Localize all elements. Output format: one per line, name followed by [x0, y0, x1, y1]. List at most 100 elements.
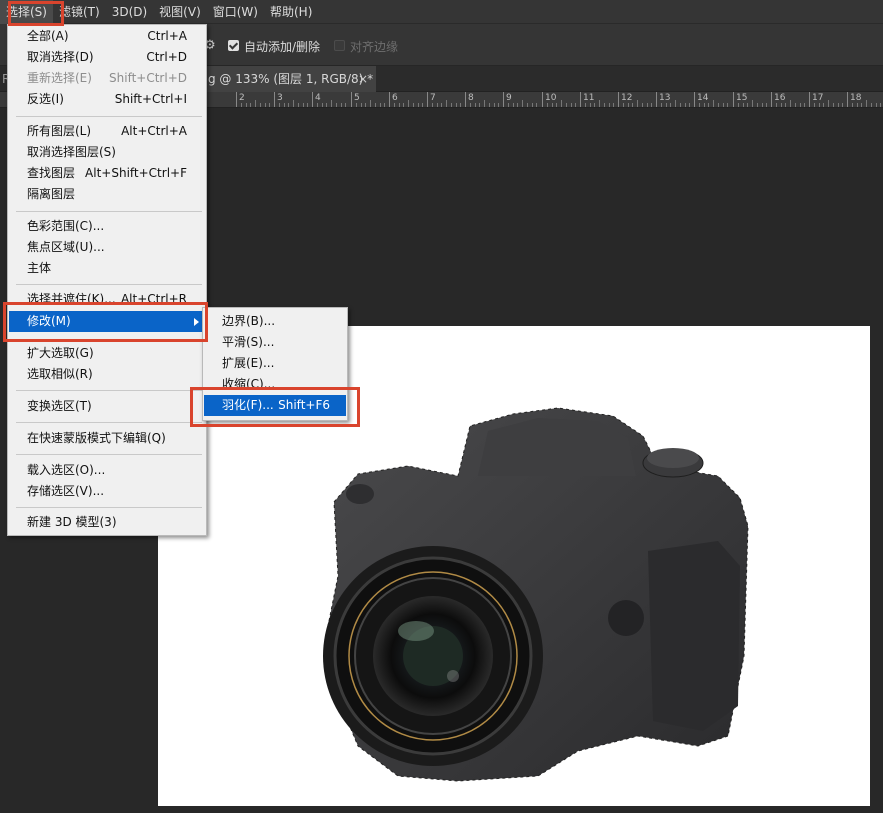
- menu-separator: [16, 116, 202, 117]
- menu-item-all-layers[interactable]: 所有图层(L) Alt+Ctrl+A: [9, 121, 205, 142]
- menu-item-subject[interactable]: 主体: [9, 258, 205, 279]
- menu-item-shortcut: Shift+F6: [278, 398, 330, 412]
- ruler-minor-tick: [284, 103, 285, 107]
- ruler-minor-tick: [599, 100, 600, 107]
- menu-item-isolate-layers[interactable]: 隔离图层: [9, 184, 205, 205]
- menu-item-label: 隔离图层: [27, 187, 76, 201]
- ruler-minor-tick: [861, 103, 862, 107]
- menu-item-load-selection[interactable]: 载入选区(O)...: [9, 460, 205, 481]
- ruler-minor-tick: [604, 103, 605, 107]
- ruler-minor-tick: [361, 103, 362, 107]
- ruler-minor-tick: [246, 103, 247, 107]
- ruler-minor-tick: [394, 103, 395, 107]
- menu-item-expand[interactable]: 扩展(E)...: [204, 353, 346, 374]
- ruler-minor-tick: [852, 103, 853, 107]
- ruler-minor-tick: [743, 103, 744, 107]
- menu-item-new-3d-model[interactable]: 新建 3D 模型(3): [9, 512, 205, 533]
- ruler-minor-tick: [747, 103, 748, 107]
- ruler-minor-tick: [437, 103, 438, 107]
- ruler-minor-tick: [704, 103, 705, 107]
- menu-item-reselect[interactable]: 重新选择(E) Shift+Ctrl+D: [9, 68, 205, 89]
- menu-item-deselect-layers[interactable]: 取消选择图层(S): [9, 142, 205, 163]
- menu-item-color-range[interactable]: 色彩范围(C)...: [9, 216, 205, 237]
- ruler-minor-tick: [651, 103, 652, 107]
- align-edges-label: 对齐边缘: [350, 40, 399, 54]
- menu-item-find-layers[interactable]: 查找图层 Alt+Shift+Ctrl+F: [9, 163, 205, 184]
- ruler-minor-tick: [399, 103, 400, 107]
- ruler-minor-tick: [418, 103, 419, 107]
- ruler-minor-tick: [451, 103, 452, 107]
- ruler-minor-tick: [527, 103, 528, 107]
- ruler-minor-tick: [585, 103, 586, 107]
- menu-item-select-and-mask[interactable]: 选择并遮住(K)... Alt+Ctrl+R: [9, 289, 205, 310]
- menu-item-shortcut: Alt+Ctrl+R: [120, 292, 187, 306]
- ruler-minor-tick: [575, 103, 576, 107]
- ruler-minor-tick: [566, 103, 567, 107]
- submenu-arrow-icon: [194, 318, 199, 326]
- menu-item-similar[interactable]: 选取相似(R): [9, 364, 205, 385]
- ruler-minor-tick: [532, 103, 533, 107]
- ruler-minor-tick: [265, 103, 266, 107]
- ruler-minor-tick: [670, 103, 671, 107]
- menu-item-focus-area[interactable]: 焦点区域(U)...: [9, 237, 205, 258]
- ruler-minor-tick: [680, 103, 681, 107]
- ruler-tick-label: 15: [733, 92, 747, 107]
- menu-item-label: 选取相似(R): [27, 367, 93, 381]
- auto-add-delete-label: 自动添加/删除: [244, 40, 321, 54]
- ruler-minor-tick: [255, 100, 256, 107]
- auto-add-delete-checkbox[interactable]: [228, 40, 239, 51]
- ruler-minor-tick: [637, 100, 638, 107]
- ruler-minor-tick: [269, 103, 270, 107]
- menu-separator: [16, 211, 202, 212]
- ruler-minor-tick: [446, 100, 447, 107]
- menu-window[interactable]: 窗口(W): [207, 0, 264, 24]
- ruler-tick-label: 13: [656, 92, 670, 107]
- align-edges-checkbox[interactable]: [334, 40, 345, 51]
- menu-item-deselect[interactable]: 取消选择(D) Ctrl+D: [9, 47, 205, 68]
- menu-select[interactable]: 选择(S): [0, 0, 53, 24]
- ruler-minor-tick: [317, 103, 318, 107]
- menu-separator: [16, 507, 202, 508]
- ruler-minor-tick: [432, 103, 433, 107]
- ruler-minor-tick: [776, 103, 777, 107]
- menu-separator: [16, 284, 202, 285]
- menu-item-contract[interactable]: 收缩(C)...: [204, 374, 346, 395]
- menu-item-transform-selection[interactable]: 变换选区(T): [9, 396, 205, 417]
- menu-item-label: 重新选择(E): [27, 71, 92, 85]
- ruler-minor-tick: [590, 103, 591, 107]
- ruler-minor-tick: [708, 103, 709, 107]
- ruler-minor-tick: [833, 103, 834, 107]
- menu-item-shortcut: Shift+Ctrl+I: [114, 92, 187, 106]
- document-tab[interactable]: g @ 133% (图层 1, RGB/8) * ×: [196, 66, 376, 92]
- ruler-minor-tick: [842, 103, 843, 107]
- menu-3d[interactable]: 3D(D): [106, 0, 153, 24]
- ruler-minor-tick: [804, 103, 805, 107]
- ruler-minor-tick: [517, 103, 518, 107]
- ruler-minor-tick: [298, 103, 299, 107]
- menu-item-quick-mask[interactable]: 在快速蒙版模式下编辑(Q): [9, 428, 205, 449]
- ruler-minor-tick: [307, 103, 308, 107]
- menu-item-border[interactable]: 边界(B)...: [204, 311, 346, 332]
- menu-item-feather[interactable]: 羽化(F)... Shift+F6: [204, 395, 346, 416]
- menu-item-label: 扩大选取(G): [27, 346, 94, 360]
- ruler-minor-tick: [594, 103, 595, 107]
- ruler-minor-tick: [699, 103, 700, 107]
- menu-item-label: 扩展(E)...: [222, 356, 275, 370]
- menu-help[interactable]: 帮助(H): [264, 0, 318, 24]
- ruler-tick-label: 11: [580, 92, 594, 107]
- close-icon[interactable]: ×: [358, 66, 368, 92]
- menu-item-grow[interactable]: 扩大选取(G): [9, 343, 205, 364]
- ruler-minor-tick: [422, 103, 423, 107]
- menu-item-all[interactable]: 全部(A) Ctrl+A: [9, 26, 205, 47]
- menu-item-shortcut: Ctrl+A: [147, 29, 187, 43]
- menu-view[interactable]: 视图(V): [153, 0, 207, 24]
- menu-item-save-selection[interactable]: 存储选区(V)...: [9, 481, 205, 502]
- menu-item-smooth[interactable]: 平滑(S)...: [204, 332, 346, 353]
- ruler-minor-tick: [718, 103, 719, 107]
- menu-item-shortcut: Ctrl+D: [146, 50, 187, 64]
- ruler-minor-tick: [880, 103, 881, 107]
- ruler-minor-tick: [838, 103, 839, 107]
- menu-item-inverse[interactable]: 反选(I) Shift+Ctrl+I: [9, 89, 205, 110]
- menu-item-modify[interactable]: 修改(M): [9, 311, 205, 332]
- menu-filter[interactable]: 滤镜(T): [53, 0, 106, 24]
